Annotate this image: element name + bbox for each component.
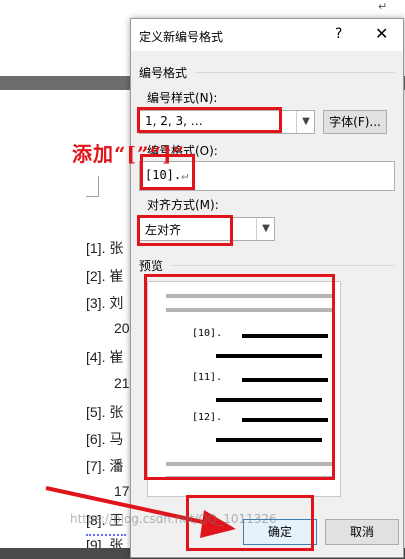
watermark: https://blog.csdn.net/QQ_1011326 — [70, 512, 277, 526]
annotation-arrow-icon — [45, 486, 236, 538]
